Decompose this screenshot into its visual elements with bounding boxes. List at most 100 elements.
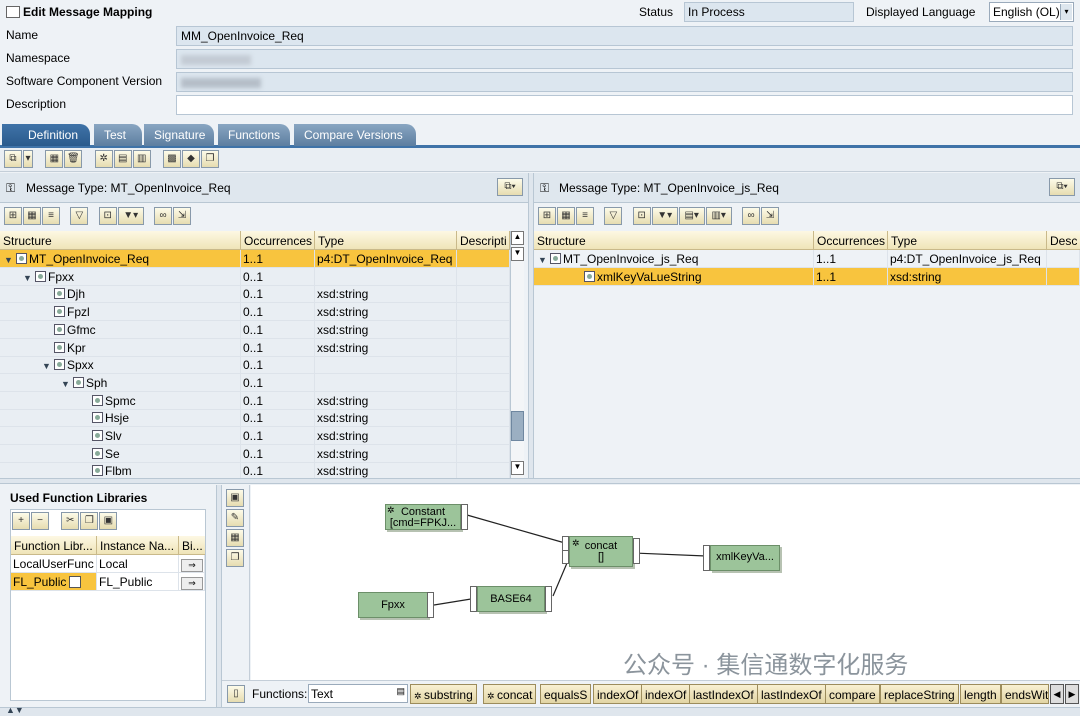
function-indexof[interactable]: indexOf	[641, 684, 691, 704]
value-help-icon[interactable]	[69, 576, 82, 588]
doc-icon[interactable]: ▥▾	[705, 207, 732, 225]
tree-icon[interactable]: ⊞	[4, 207, 22, 225]
table-icon[interactable]: ▥	[132, 150, 151, 168]
mapping-canvas[interactable]: ✲ Constant [cmd=FPKJ... ✲ concat [] xmlK…	[251, 485, 1080, 680]
grid-icon[interactable]: ▦	[45, 150, 64, 168]
paste-icon[interactable]: ▣	[99, 512, 118, 530]
input-port[interactable]	[703, 545, 710, 571]
tree-row[interactable]: ▼ MT_OpenInvoice_Req 1..1 p4:DT_OpenInvoice…	[0, 250, 510, 268]
tree-row[interactable]: ▼ Fpxx 0..1	[0, 267, 510, 286]
description-field[interactable]	[176, 95, 1073, 115]
filter-down-icon[interactable]: ▽	[604, 207, 623, 225]
column-description[interactable]: Descripti	[457, 231, 510, 250]
diamond-icon[interactable]: ◆	[182, 150, 201, 168]
grid-icon[interactable]: ▦	[23, 207, 41, 225]
target-node-xmlkeyvalue[interactable]: xmlKeyVa...	[710, 545, 780, 571]
constant-node[interactable]: ✲ Constant [cmd=FPKJ...	[385, 504, 461, 530]
view-icon[interactable]: ⧉	[4, 150, 22, 168]
input-port[interactable]	[562, 550, 569, 564]
expand-icon[interactable]: ▼	[4, 255, 16, 265]
output-port[interactable]	[427, 592, 434, 618]
scroll-thumb[interactable]	[511, 411, 524, 441]
tree-row[interactable]: Hsje 0..1 xsd:string	[0, 409, 510, 428]
tree-row[interactable]: Flbm 0..1 xsd:string	[0, 462, 510, 478]
function-compare[interactable]: compare	[825, 684, 880, 704]
edit-icon[interactable]: ▤▾	[678, 207, 705, 225]
function-lastindexof[interactable]: lastIndexOf	[757, 684, 826, 704]
tab-definition[interactable]: Definition	[2, 124, 90, 146]
namespace-field[interactable]	[176, 49, 1073, 69]
eraser-icon[interactable]: ✎	[226, 509, 244, 527]
document-icon[interactable]: ▤	[113, 150, 132, 168]
arrow-icon[interactable]: ⇒	[181, 577, 203, 590]
scroll-down-icon[interactable]: ▼	[511, 247, 524, 261]
tree-row[interactable]: Gfmc 0..1 xsd:string	[0, 320, 510, 339]
column-occurrences[interactable]: Occurrences	[814, 231, 888, 250]
copy-icon[interactable]: ❐	[201, 150, 220, 168]
add-icon[interactable]: +	[12, 512, 30, 530]
output-port[interactable]	[545, 586, 552, 612]
tree-row[interactable]: xmlKeyVaLueString 1..1 xsd:string	[534, 268, 1080, 286]
tree-row[interactable]: ▼ Sph 0..1	[0, 373, 510, 392]
tree-row[interactable]: Spmc 0..1 xsd:string	[0, 391, 510, 410]
language-select[interactable]: English (OL) ▾	[989, 2, 1074, 22]
arrow-icon[interactable]: ⇒	[181, 559, 203, 572]
source-scrollbar[interactable]: ▲ ▼ ▼	[510, 231, 524, 478]
tree-row[interactable]: ▼ MT_OpenInvoice_js_Req 1..1 p4:DT_OpenInvo…	[534, 250, 1080, 268]
name-field[interactable]: MM_OpenInvoice_Req	[176, 26, 1073, 46]
tree-row[interactable]: Kpr 0..1 xsd:string	[0, 338, 510, 357]
cut-icon[interactable]: ✂	[61, 512, 80, 530]
column-binding[interactable]: Bi...	[179, 536, 205, 555]
layout-icon[interactable]: ▦	[226, 529, 244, 547]
value-help-icon[interactable]: ▤	[396, 686, 405, 697]
column-instance[interactable]: Instance Na...	[97, 536, 179, 555]
output-port[interactable]	[461, 504, 468, 530]
settings-icon[interactable]: ✲	[94, 150, 113, 168]
scroll-up-icon[interactable]: ▲	[511, 231, 524, 245]
function-endswith[interactable]: endsWit	[1001, 684, 1049, 704]
function-length[interactable]: length	[960, 684, 1001, 704]
column-structure[interactable]: Structure	[0, 231, 241, 250]
copy-icon[interactable]: ❐	[80, 512, 99, 530]
tree-row[interactable]: Djh 0..1 xsd:string	[0, 285, 510, 304]
expand-icon[interactable]: ▼	[23, 273, 35, 283]
export-icon[interactable]: ⇲	[761, 207, 780, 225]
tree-row[interactable]: Se 0..1 xsd:string	[0, 444, 510, 463]
delete-icon[interactable]: 🗑	[64, 150, 83, 168]
filter-icon[interactable]: ▼▾	[117, 207, 144, 225]
tree-row[interactable]: Fpzl 0..1 xsd:string	[0, 303, 510, 322]
collapse-icon[interactable]: ▲▼	[6, 705, 24, 715]
expand-icon[interactable]: ▼	[42, 361, 54, 371]
tab-functions[interactable]: Functions	[218, 124, 290, 146]
document-icon[interactable]: ▯	[227, 685, 245, 703]
horizontal-splitter[interactable]	[0, 478, 1080, 484]
scroll-down-icon[interactable]: ▼	[511, 461, 524, 475]
binoculars-icon[interactable]: ∞	[154, 207, 173, 225]
function-substring[interactable]: ✲ substring	[410, 684, 477, 704]
bottom-splitter[interactable]: ▲▼	[0, 705, 1080, 716]
function-indexof[interactable]: indexOf	[593, 684, 643, 704]
function-concat[interactable]: ✲ concat	[483, 684, 537, 704]
concat-node[interactable]: ✲ concat []	[569, 536, 633, 567]
tab-signature[interactable]: Signature	[144, 124, 214, 146]
src-icon[interactable]: ≡	[576, 207, 594, 225]
base64-node[interactable]: BASE64	[477, 586, 545, 612]
column-description[interactable]: Desc	[1047, 231, 1080, 250]
column-type[interactable]: Type	[888, 231, 1047, 250]
node-icon[interactable]: ⊡	[632, 207, 651, 225]
node-icon[interactable]: ⊡	[98, 207, 117, 225]
filter-icon[interactable]: ▼▾	[651, 207, 678, 225]
function-category-select[interactable]: Text ▤	[308, 684, 408, 703]
filter-down-icon[interactable]: ▽	[70, 207, 89, 225]
remove-icon[interactable]: −	[31, 512, 49, 530]
expand-icon[interactable]: ▼	[61, 379, 73, 389]
src-icon[interactable]: ≡	[42, 207, 60, 225]
scroll-left-icon[interactable]: ◀	[1050, 684, 1064, 704]
grid-icon[interactable]: ▦	[557, 207, 575, 225]
library-instance[interactable]: FL_Public	[97, 573, 179, 590]
tab-test[interactable]: Test	[94, 124, 142, 146]
tree-icon[interactable]: ▣	[226, 489, 244, 507]
function-replacestring[interactable]: replaceString	[880, 684, 959, 704]
column-library[interactable]: Function Libr...	[11, 536, 97, 555]
column-type[interactable]: Type	[315, 231, 457, 250]
